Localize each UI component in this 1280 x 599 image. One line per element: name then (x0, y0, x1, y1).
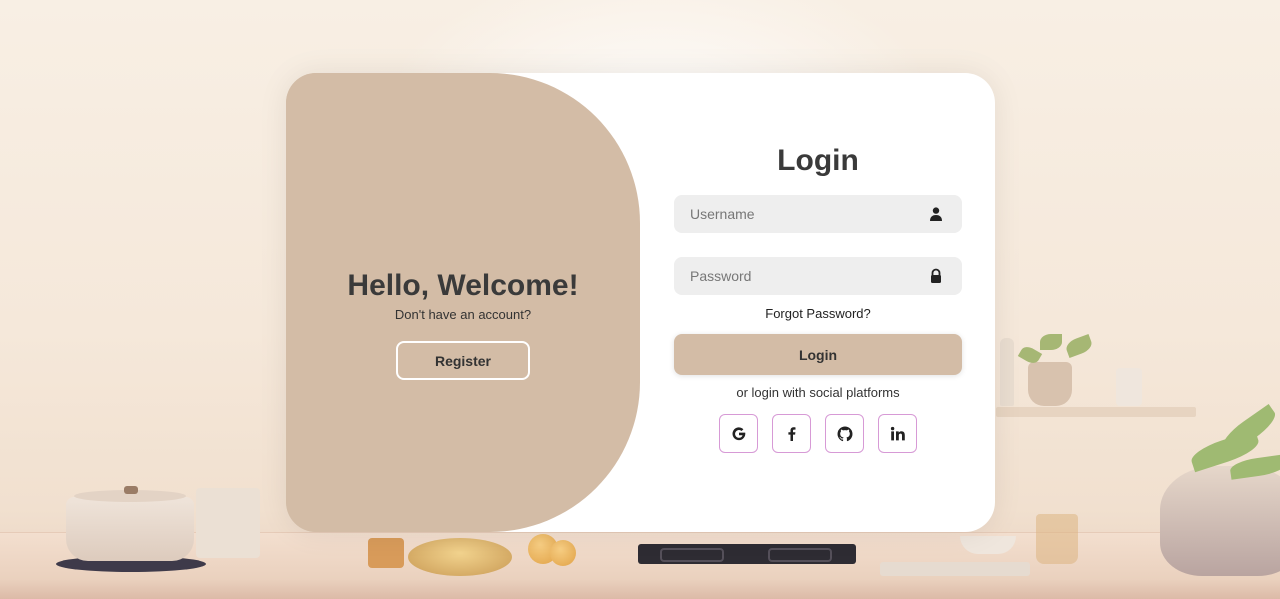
facebook-icon (787, 426, 795, 441)
orange-fruit (550, 540, 576, 566)
password-field-box (674, 257, 962, 295)
stove-grate (660, 548, 724, 562)
plant-leaf (1040, 334, 1062, 350)
google-button[interactable] (719, 414, 758, 453)
username-field-box (674, 195, 962, 233)
user-icon (930, 207, 942, 221)
social-buttons (719, 414, 917, 453)
username-input[interactable] (674, 195, 962, 233)
login-card: Hello, Welcome! Don't have an account? R… (286, 73, 995, 532)
login-button[interactable]: Login (674, 334, 962, 375)
cooking-pot (66, 497, 194, 561)
github-icon (837, 426, 852, 441)
utensil-holder (196, 488, 260, 558)
plant-pot (1028, 362, 1072, 406)
kettle (1160, 466, 1280, 576)
password-input[interactable] (674, 257, 962, 295)
github-button[interactable] (825, 414, 864, 453)
login-title: Login (777, 144, 859, 177)
stove-grate (768, 548, 832, 562)
google-icon (732, 426, 745, 440)
lock-icon (931, 268, 941, 283)
glass-jar (1116, 368, 1142, 406)
bottle (1000, 338, 1014, 406)
linkedin-icon (890, 426, 905, 440)
social-login-text: or login with social platforms (736, 385, 900, 400)
welcome-subtitle: Don't have an account? (394, 307, 532, 322)
login-form: Login Forgot Password? Login or login wi… (674, 73, 962, 532)
jam-jar (368, 538, 404, 568)
tea-cup (1036, 514, 1078, 564)
facebook-button[interactable] (772, 414, 811, 453)
forgot-password-link[interactable]: Forgot Password? (674, 306, 962, 322)
linkedin-button[interactable] (878, 414, 917, 453)
welcome-content: Hello, Welcome! Don't have an account? R… (347, 269, 579, 380)
wall-shelf (996, 407, 1196, 417)
plant-leaf (1064, 334, 1094, 358)
welcome-panel: Hello, Welcome! Don't have an account? R… (286, 73, 640, 532)
register-button[interactable]: Register (395, 341, 530, 380)
tray (880, 562, 1030, 576)
pot-knob (124, 486, 138, 494)
bread-loaf (408, 538, 512, 576)
welcome-title: Hello, Welcome! (347, 269, 579, 302)
